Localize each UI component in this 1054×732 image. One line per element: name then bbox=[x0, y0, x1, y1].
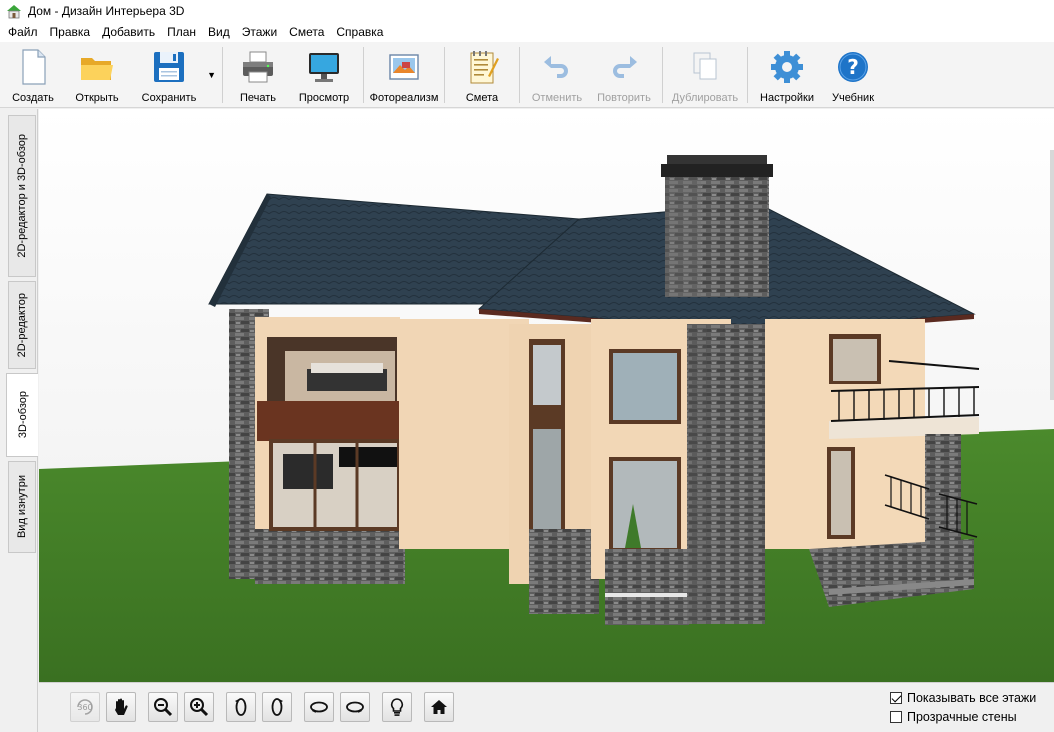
show-all-floors-option[interactable]: Показывать все этажи bbox=[890, 688, 1036, 707]
menu-view[interactable]: Вид bbox=[202, 22, 236, 42]
preview-button[interactable]: Просмотр bbox=[289, 42, 359, 108]
toolbar-separator bbox=[662, 47, 663, 103]
orbit-left-button[interactable] bbox=[304, 692, 334, 722]
zoom-in-button[interactable] bbox=[184, 692, 214, 722]
toolbar-separator bbox=[363, 47, 364, 103]
window-title: Дом - Дизайн Интерьера 3D bbox=[28, 4, 185, 18]
monitor-icon bbox=[306, 48, 342, 86]
view-tabs-panel: 2D-редактор и 3D-обзор 2D-редактор 3D-об… bbox=[0, 109, 38, 732]
tab-inside-view[interactable]: Вид изнутри bbox=[8, 461, 36, 553]
print-label: Печать bbox=[239, 92, 277, 104]
save-dropdown-arrow-icon[interactable]: ▼ bbox=[207, 70, 216, 80]
toolbar-separator bbox=[747, 47, 748, 103]
tab-2d-editor-and-3d-view[interactable]: 2D-редактор и 3D-обзор bbox=[8, 115, 36, 277]
tab-2d-editor[interactable]: 2D-редактор bbox=[8, 281, 36, 369]
tab-3d-view[interactable]: 3D-обзор bbox=[6, 373, 38, 457]
home-icon bbox=[431, 700, 447, 714]
new-document-icon bbox=[15, 48, 51, 86]
light-bulb-icon bbox=[391, 698, 403, 716]
estimate-button[interactable]: Смета bbox=[449, 42, 515, 108]
open-button[interactable]: Открыть bbox=[64, 42, 130, 108]
undo-label: Отменить bbox=[531, 92, 583, 104]
redo-arrow-icon bbox=[606, 48, 642, 86]
duplicate-button[interactable]: Дублировать bbox=[667, 42, 743, 108]
svg-text:?: ? bbox=[847, 55, 859, 79]
save-button[interactable]: Сохранить ▼ bbox=[130, 42, 216, 108]
zoom-out-icon bbox=[154, 698, 173, 717]
rotate-left-button[interactable] bbox=[226, 692, 256, 722]
hand-icon bbox=[115, 698, 128, 715]
create-label: Создать bbox=[12, 92, 54, 104]
lighting-button[interactable] bbox=[382, 692, 412, 722]
menu-add[interactable]: Добавить bbox=[96, 22, 161, 42]
tab-label: Вид изнутри bbox=[16, 475, 28, 539]
zoom-in-icon bbox=[190, 698, 209, 717]
home-view-button[interactable] bbox=[424, 692, 454, 722]
floppy-disk-icon bbox=[151, 48, 187, 86]
help-question-icon: ? bbox=[835, 48, 871, 86]
viewport-scroll-edge bbox=[1050, 150, 1054, 400]
rotate-left-icon bbox=[235, 698, 247, 716]
create-button[interactable]: Создать bbox=[2, 42, 64, 108]
menu-file[interactable]: Файл bbox=[2, 22, 44, 42]
menu-bar: Файл Правка Добавить План Вид Этажи Смет… bbox=[0, 22, 1054, 42]
estimate-label: Смета bbox=[465, 92, 499, 104]
title-bar: Дом - Дизайн Интерьера 3D bbox=[0, 0, 1054, 22]
rotate-right-button[interactable] bbox=[262, 692, 292, 722]
undo-arrow-icon bbox=[539, 48, 575, 86]
display-options: Показывать все этажи Прозрачные стены bbox=[890, 688, 1036, 726]
folder-icon bbox=[79, 48, 115, 86]
photorealism-button[interactable]: Фотореализм bbox=[368, 42, 440, 108]
gear-icon bbox=[769, 48, 805, 86]
settings-button[interactable]: Настройки bbox=[752, 42, 822, 108]
3d-viewport[interactable] bbox=[39, 109, 1054, 682]
pan-hand-button[interactable] bbox=[106, 692, 136, 722]
redo-label: Повторить bbox=[597, 92, 651, 104]
tab-label: 2D-редактор и 3D-обзор bbox=[16, 134, 28, 258]
redo-button[interactable]: Повторить bbox=[590, 42, 658, 108]
menu-help[interactable]: Справка bbox=[330, 22, 389, 42]
rotate-360-button[interactable]: 360 bbox=[70, 692, 100, 722]
orbit-right-button[interactable] bbox=[340, 692, 370, 722]
menu-plan[interactable]: План bbox=[161, 22, 202, 42]
open-label: Открыть bbox=[75, 92, 119, 104]
menu-floors[interactable]: Этажи bbox=[236, 22, 283, 42]
duplicate-label: Дублировать bbox=[671, 92, 739, 104]
duplicate-icon bbox=[687, 48, 723, 86]
toolbar-separator bbox=[519, 47, 520, 103]
print-button[interactable]: Печать bbox=[227, 42, 289, 108]
toolbar: Создать Открыть Сохранить ▼ Печать Просм… bbox=[0, 42, 1054, 108]
zoom-out-button[interactable] bbox=[148, 692, 178, 722]
menu-estimate[interactable]: Смета bbox=[283, 22, 330, 42]
transparent-walls-option[interactable]: Прозрачные стены bbox=[890, 707, 1036, 726]
transparent-walls-checkbox[interactable] bbox=[890, 710, 902, 723]
orbit-left-icon bbox=[310, 701, 328, 713]
save-label: Сохранить bbox=[141, 92, 197, 104]
settings-label: Настройки bbox=[760, 92, 814, 104]
undo-button[interactable]: Отменить bbox=[524, 42, 590, 108]
printer-icon bbox=[240, 48, 276, 86]
toolbar-separator bbox=[444, 47, 445, 103]
show-all-floors-checkbox[interactable] bbox=[890, 691, 902, 704]
rotate-360-label: 360 bbox=[77, 703, 92, 712]
toolbar-separator bbox=[222, 47, 223, 103]
photo-render-icon bbox=[386, 48, 422, 86]
photorealism-label: Фотореализм bbox=[369, 92, 439, 104]
tutorial-label: Учебник bbox=[831, 92, 875, 104]
transparent-walls-label: Прозрачные стены bbox=[907, 709, 1017, 724]
tutorial-button[interactable]: ? Учебник bbox=[822, 42, 884, 108]
360-icon: 360 bbox=[77, 699, 93, 715]
show-all-floors-label: Показывать все этажи bbox=[907, 690, 1037, 705]
app-icon bbox=[6, 3, 22, 19]
rotate-right-icon bbox=[271, 698, 283, 716]
tab-label: 3D-обзор bbox=[16, 391, 29, 439]
tab-label: 2D-редактор bbox=[16, 292, 28, 358]
orbit-right-icon bbox=[346, 701, 364, 713]
menu-edit[interactable]: Правка bbox=[44, 22, 97, 42]
house-3d-render bbox=[39, 109, 1054, 682]
preview-label: Просмотр bbox=[298, 92, 350, 104]
view-control-bar: 360 Показывать все этажи Прозрачные стен… bbox=[39, 682, 1054, 732]
notepad-icon bbox=[464, 48, 500, 86]
